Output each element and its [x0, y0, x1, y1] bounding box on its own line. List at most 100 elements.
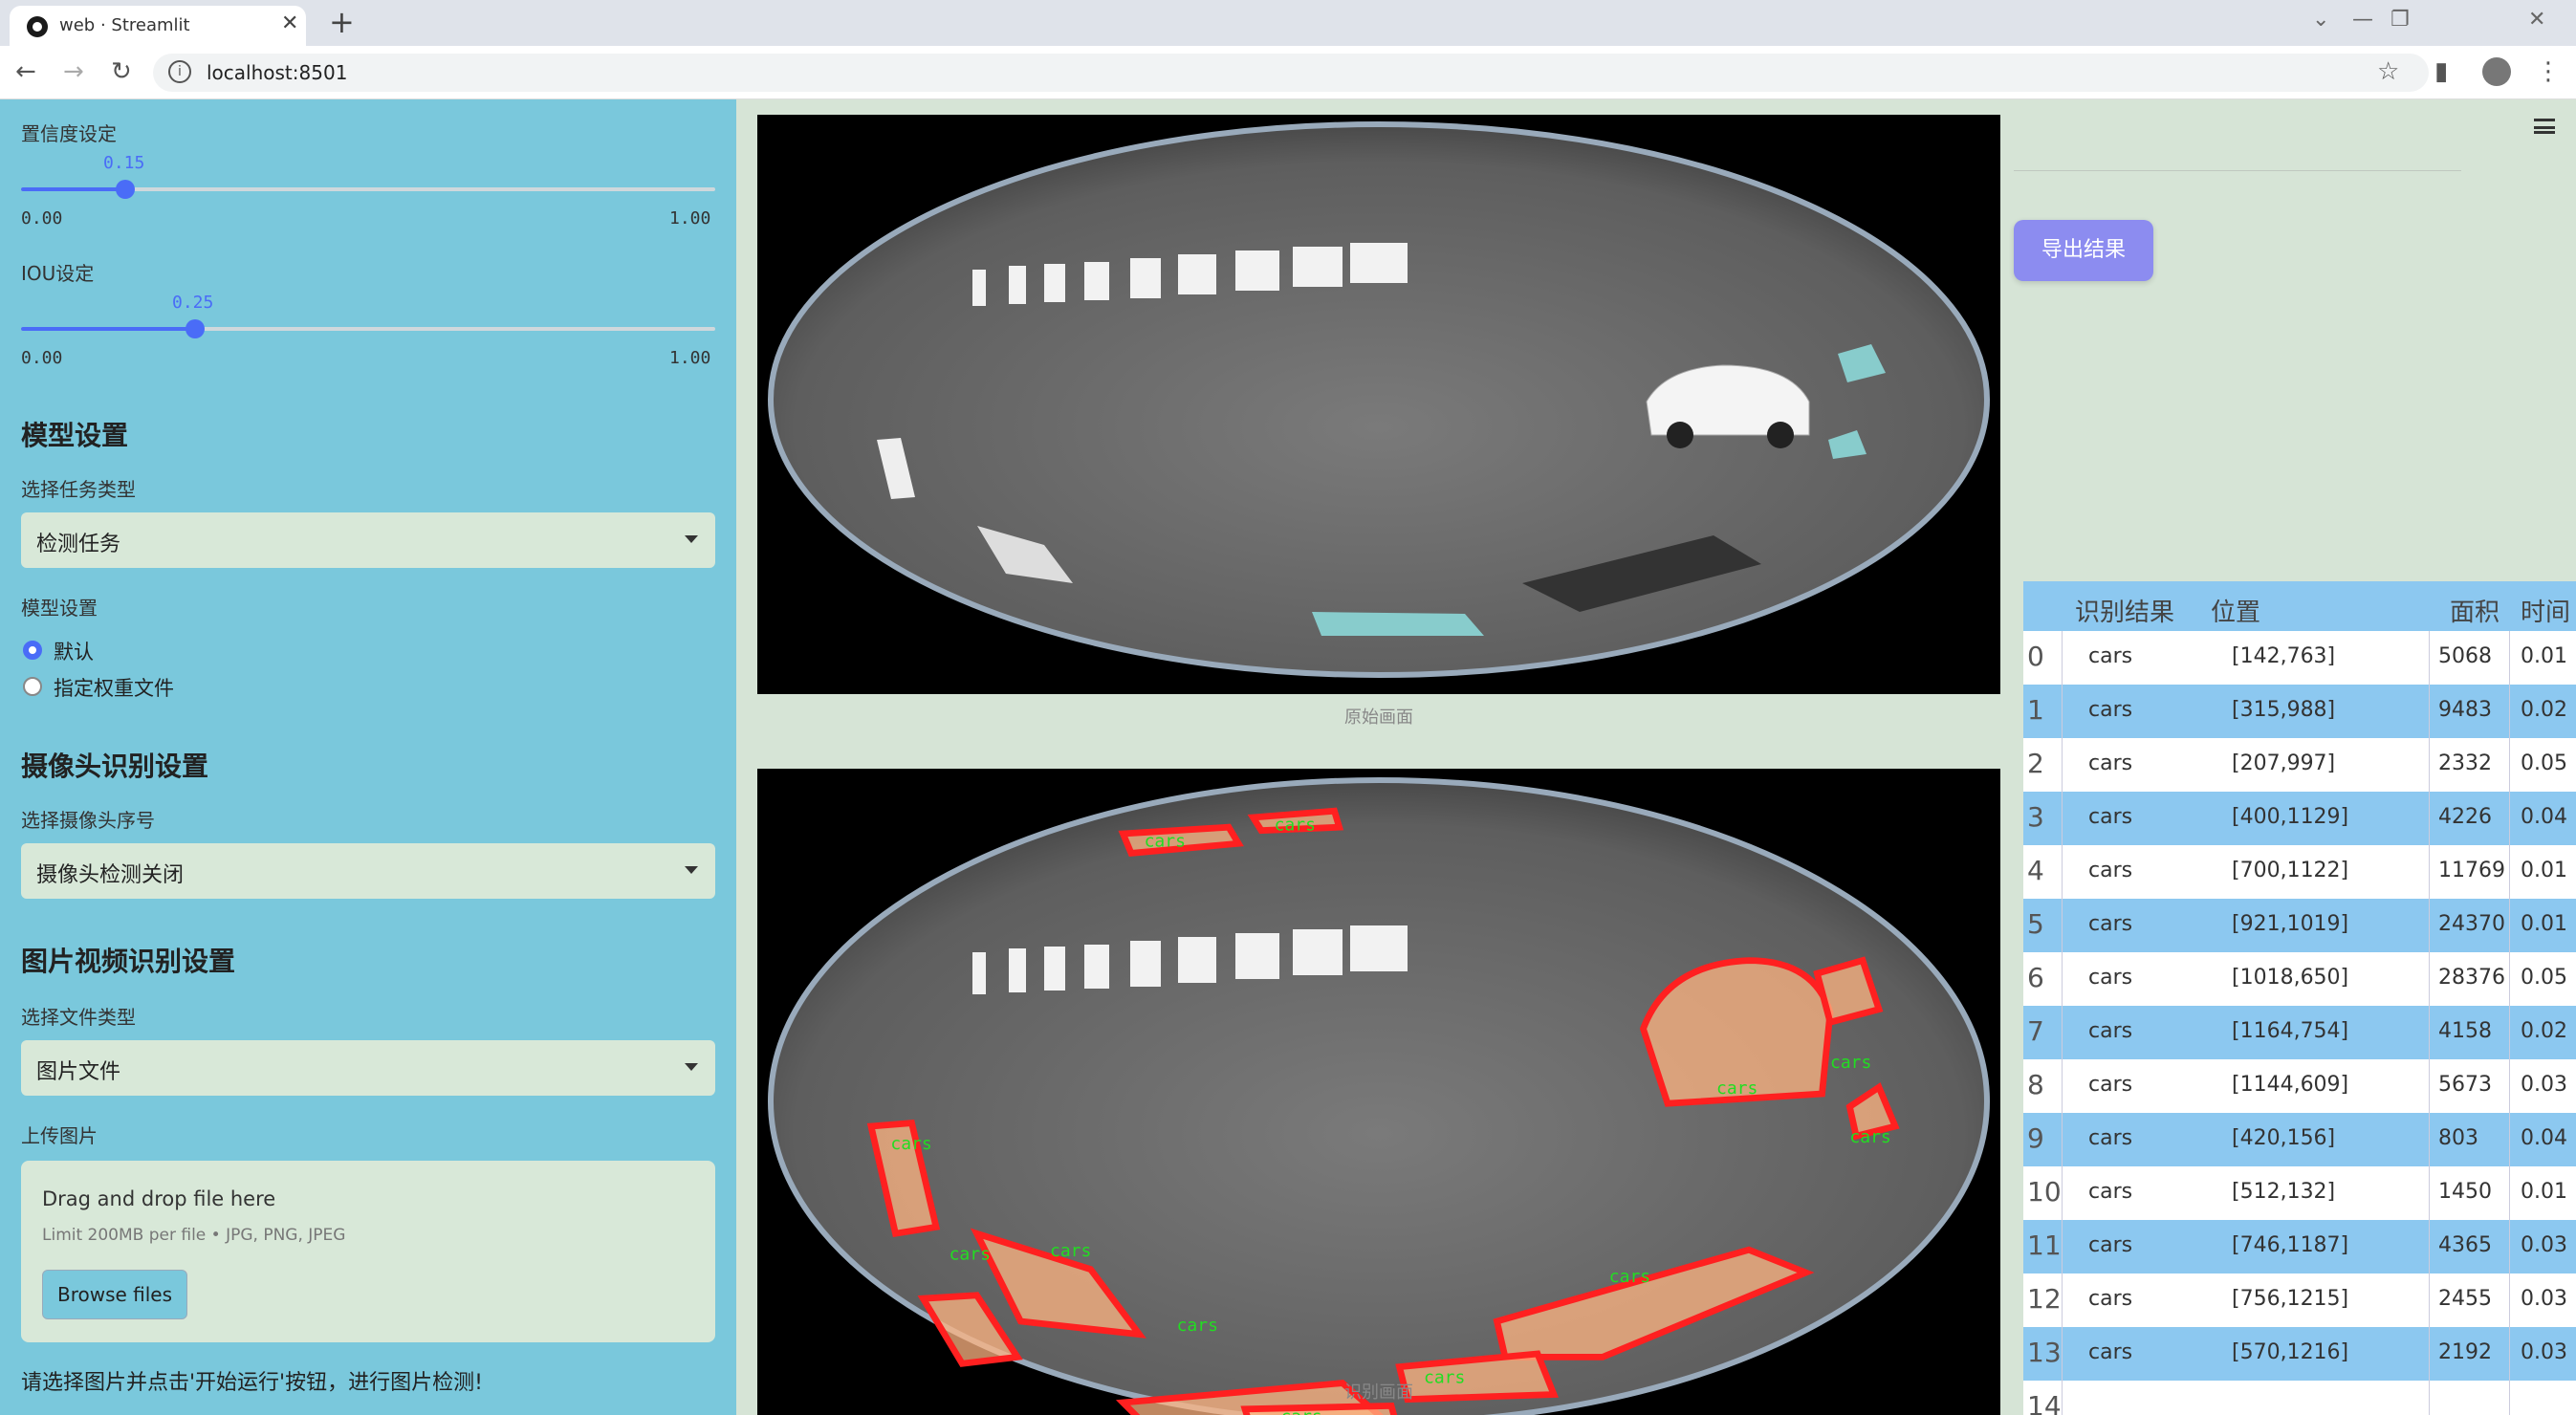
confidence-value: 0.15: [103, 153, 145, 173]
row-index: 6: [2027, 962, 2044, 993]
more-menu-icon[interactable]: ⋮: [2536, 57, 2561, 86]
upload-label: 上传图片: [21, 1124, 98, 1147]
table-row[interactable]: 9 cars [420,156] 803 0.04: [2023, 1113, 2576, 1166]
chevron-down-icon[interactable]: ⌄: [2312, 8, 2329, 32]
column-separator: [2062, 1113, 2063, 1166]
column-separator: [2062, 1327, 2063, 1381]
hamburger-menu-icon[interactable]: [2534, 119, 2555, 134]
detection-label: cars: [1050, 1241, 1091, 1261]
column-separator: [2509, 631, 2510, 685]
bookmark-star-icon[interactable]: ☆: [2377, 57, 2399, 86]
header-position[interactable]: 位置: [2211, 593, 2260, 628]
row-position: [756,1215]: [2232, 1287, 2349, 1311]
row-position: [570,1216]: [2232, 1340, 2349, 1364]
reload-icon[interactable]: ↻: [111, 57, 132, 86]
table-row[interactable]: 7 cars [1164,754] 4158 0.02: [2023, 1006, 2576, 1059]
camera-index-select[interactable]: 摄像头检测关闭: [21, 843, 715, 899]
streamlit-favicon-icon: [27, 16, 48, 37]
row-result: cars: [2088, 1180, 2133, 1204]
row-time: 0.04: [2521, 1126, 2567, 1150]
table-row[interactable]: 12 cars [756,1215] 2455 0.03: [2023, 1274, 2576, 1327]
column-separator: [2509, 1113, 2510, 1166]
table-row[interactable]: 2 cars [207,997] 2332 0.05: [2023, 738, 2576, 792]
browser-address-bar: ← → ↻ i localhost:8501 ☆ ▮ ⋮: [0, 46, 2576, 99]
radio-custom-weights-label[interactable]: 指定权重文件: [54, 673, 174, 702]
row-result: cars: [2088, 1126, 2133, 1150]
site-info-icon[interactable]: i: [168, 60, 191, 83]
row-time: 0.01: [2521, 859, 2567, 882]
header-result[interactable]: 识别结果: [2075, 593, 2174, 628]
radio-custom-weights[interactable]: [23, 677, 42, 696]
row-time: 0.01: [2521, 644, 2567, 668]
iou-slider[interactable]: [21, 319, 715, 338]
task-type-value: 检测任务: [36, 533, 121, 556]
table-row[interactable]: 6 cars [1018,650] 28376 0.05: [2023, 952, 2576, 1006]
detection-label: cars: [950, 1244, 991, 1264]
row-index: 14: [2027, 1390, 2062, 1415]
confidence-slider[interactable]: [21, 180, 715, 199]
row-position: [1018,650]: [2232, 966, 2349, 990]
detection-label: cars: [1145, 832, 1186, 852]
table-row[interactable]: 5 cars [921,1019] 24370 0.01: [2023, 899, 2576, 952]
back-icon[interactable]: ←: [15, 57, 36, 86]
export-results-button[interactable]: 导出结果: [2014, 220, 2153, 281]
instruction-note: 请选择图片并点击'开始运行'按钮，进行图片检测!: [21, 1371, 483, 1395]
row-result: cars: [2088, 1287, 2133, 1311]
forward-icon[interactable]: →: [63, 57, 84, 86]
restore-icon[interactable]: ❐: [2390, 8, 2410, 32]
dropzone-title: Drag and drop file here: [42, 1187, 276, 1210]
row-position: [1164,754]: [2232, 1019, 2349, 1043]
file-dropzone[interactable]: Drag and drop file here Limit 200MB per …: [21, 1161, 715, 1342]
column-separator: [2062, 685, 2063, 738]
table-row[interactable]: 10 cars [512,132] 1450 0.01: [2023, 1166, 2576, 1220]
column-separator: [2062, 1166, 2063, 1220]
new-tab-icon[interactable]: +: [329, 4, 355, 40]
row-time: 0.04: [2521, 805, 2567, 829]
minimize-icon[interactable]: —: [2352, 8, 2373, 32]
row-index: 13: [2027, 1337, 2062, 1368]
result-image: cars cars cars cars cars cars cars cars cars cars…: [757, 769, 2000, 1415]
table-row[interactable]: 4 cars [700,1122] 11769 0.01: [2023, 845, 2576, 899]
row-index: 3: [2027, 801, 2044, 833]
row-time: 0.03: [2521, 1287, 2567, 1311]
row-result: cars: [2088, 1340, 2133, 1364]
dropzone-limit: Limit 200MB per file • JPG, PNG, JPEG: [42, 1226, 346, 1245]
profile-avatar-icon[interactable]: [2482, 57, 2511, 86]
divider: [2014, 170, 2461, 171]
radio-default[interactable]: [23, 641, 42, 660]
header-area[interactable]: 面积: [2450, 593, 2500, 628]
table-row[interactable]: 0 cars [142,763] 5068 0.01: [2023, 631, 2576, 685]
column-separator: [2429, 631, 2430, 685]
side-panel-icon[interactable]: ▮: [2434, 57, 2448, 86]
browser-tab[interactable]: web · Streamlit ✕: [10, 6, 306, 46]
iou-slider-thumb[interactable]: [185, 319, 205, 338]
close-tab-icon[interactable]: ✕: [281, 11, 298, 35]
iou-min: 0.00: [21, 348, 63, 368]
row-area: 4158: [2438, 1019, 2492, 1043]
url-field[interactable]: i localhost:8501: [153, 54, 2429, 92]
radio-default-label[interactable]: 默认: [54, 637, 94, 665]
column-separator: [2429, 899, 2430, 952]
table-row[interactable]: 14: [2023, 1381, 2576, 1415]
table-row[interactable]: 11 cars [746,1187] 4365 0.03: [2023, 1220, 2576, 1274]
table-row[interactable]: 8 cars [1144,609] 5673 0.03: [2023, 1059, 2576, 1113]
table-row[interactable]: 3 cars [400,1129] 4226 0.04: [2023, 792, 2576, 845]
row-result: cars: [2088, 912, 2133, 936]
close-window-icon[interactable]: ✕: [2528, 8, 2545, 32]
confidence-slider-thumb[interactable]: [115, 180, 135, 199]
row-time: 0.02: [2521, 1019, 2567, 1043]
row-index: 0: [2027, 641, 2044, 672]
detection-label: cars: [1830, 1053, 1871, 1073]
header-time[interactable]: 时间: [2521, 593, 2570, 628]
file-type-select[interactable]: 图片文件: [21, 1040, 715, 1096]
column-separator: [2429, 792, 2430, 845]
row-area: 9483: [2438, 698, 2492, 722]
table-row[interactable]: 1 cars [315,988] 9483 0.02: [2023, 685, 2576, 738]
table-row[interactable]: 13 cars [570,1216] 2192 0.03: [2023, 1327, 2576, 1381]
detection-label: cars: [890, 1134, 931, 1154]
row-area: 2192: [2438, 1340, 2492, 1364]
column-separator: [2509, 1059, 2510, 1113]
browse-files-button[interactable]: Browse files: [42, 1270, 187, 1319]
column-separator: [2509, 899, 2510, 952]
task-type-select[interactable]: 检测任务: [21, 512, 715, 568]
